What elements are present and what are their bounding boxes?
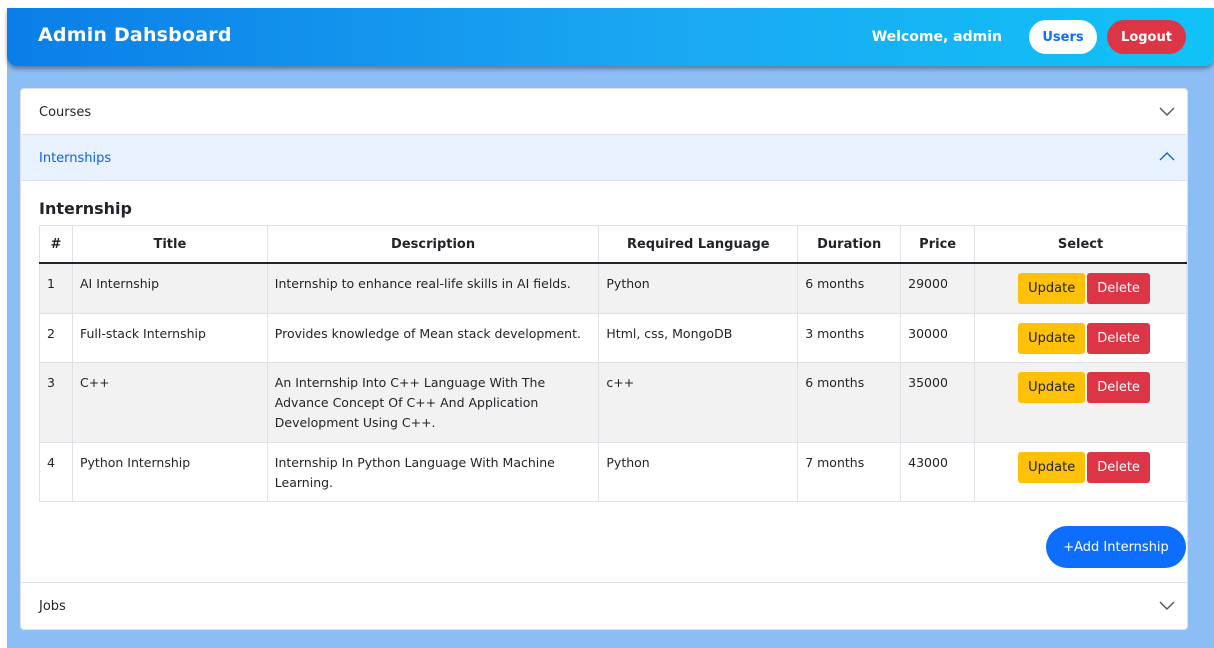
- welcome-text: Welcome, admin: [871, 29, 1002, 45]
- update-button[interactable]: Update: [1018, 322, 1086, 354]
- row-title: C++: [71, 361, 268, 443]
- accordion-label-jobs: Jobs: [39, 599, 66, 614]
- row-title: Python Internship: [71, 441, 268, 502]
- page-background: Admin Dahsboard Welcome, admin Users Log…: [7, 8, 1214, 648]
- row-language: Python: [598, 262, 799, 314]
- column-header-duration: Duration: [797, 225, 902, 264]
- update-button[interactable]: Update: [1018, 451, 1086, 483]
- row-number: 3: [39, 361, 73, 443]
- column-header-language: Required Language: [598, 225, 799, 264]
- row-language: Python: [598, 441, 799, 502]
- row-actions: Update Delete: [974, 262, 1187, 314]
- internship-table: # Title Description Required Language Du…: [39, 225, 1187, 502]
- column-header-title: Title: [71, 225, 268, 264]
- top-navbar: Admin Dahsboard Welcome, admin Users Log…: [7, 8, 1214, 66]
- row-actions: Update Delete: [974, 312, 1187, 363]
- accordion-header-courses[interactable]: Courses: [21, 89, 1187, 135]
- update-button[interactable]: Update: [1018, 371, 1086, 403]
- chevron-up-icon: [1159, 152, 1175, 161]
- row-duration: 3 months: [797, 312, 902, 363]
- row-actions: Update Delete: [974, 361, 1187, 443]
- add-internship-button[interactable]: +Add Internship: [1046, 526, 1186, 568]
- row-title: AI Internship: [71, 262, 268, 314]
- accordion-label-courses: Courses: [39, 105, 92, 120]
- row-description: Provides knowledge of Mean stack develop…: [266, 312, 600, 363]
- accordion-header-jobs[interactable]: Jobs: [21, 582, 1187, 628]
- row-number: 2: [39, 312, 73, 363]
- row-price: 29000: [900, 262, 976, 314]
- row-price: 35000: [900, 361, 976, 443]
- logout-button[interactable]: Logout: [1107, 20, 1186, 54]
- delete-button[interactable]: Delete: [1087, 451, 1150, 483]
- column-header-description: Description: [266, 225, 600, 264]
- dashboard-accordion: Courses Internships Internship # Title D…: [20, 88, 1188, 630]
- row-duration: 6 months: [797, 361, 902, 443]
- table-row: 3 C++ An Internship Into C++ Language Wi…: [39, 361, 1187, 443]
- table-row: 4 Python Internship Internship In Python…: [39, 441, 1187, 502]
- delete-button[interactable]: Delete: [1087, 371, 1150, 403]
- chevron-down-icon: [1159, 107, 1175, 116]
- delete-button[interactable]: Delete: [1087, 322, 1150, 354]
- row-number: 1: [39, 262, 73, 314]
- column-header-select: Select: [974, 225, 1187, 264]
- column-header-price: Price: [900, 225, 976, 264]
- users-button[interactable]: Users: [1029, 20, 1097, 54]
- accordion-label-internships: Internships: [39, 151, 112, 166]
- chevron-down-icon: [1159, 601, 1175, 610]
- row-language: Html, css, MongoDB: [598, 312, 799, 363]
- row-actions: Update Delete: [974, 441, 1187, 502]
- row-description: Internship to enhance real-life skills i…: [266, 262, 600, 314]
- table-header-row: # Title Description Required Language Du…: [39, 225, 1187, 264]
- delete-button[interactable]: Delete: [1087, 273, 1150, 304]
- row-description: An Internship Into C++ Language With The…: [266, 361, 600, 443]
- brand-title: Admin Dahsboard: [38, 24, 232, 46]
- update-button[interactable]: Update: [1018, 273, 1086, 304]
- column-header-number: #: [39, 225, 73, 264]
- row-duration: 7 months: [797, 441, 902, 502]
- table-row: 1 AI Internship Internship to enhance re…: [39, 262, 1187, 314]
- row-number: 4: [39, 441, 73, 502]
- row-duration: 6 months: [797, 262, 902, 314]
- accordion-header-internships[interactable]: Internships: [21, 135, 1187, 181]
- row-price: 30000: [900, 312, 976, 363]
- row-language: c++: [598, 361, 799, 443]
- row-title: Full-stack Internship: [71, 312, 268, 363]
- table-row: 2 Full-stack Internship Provides knowled…: [39, 312, 1187, 363]
- internship-section-title: Internship: [39, 199, 132, 218]
- row-description: Internship In Python Language With Machi…: [266, 441, 600, 502]
- row-price: 43000: [900, 441, 976, 502]
